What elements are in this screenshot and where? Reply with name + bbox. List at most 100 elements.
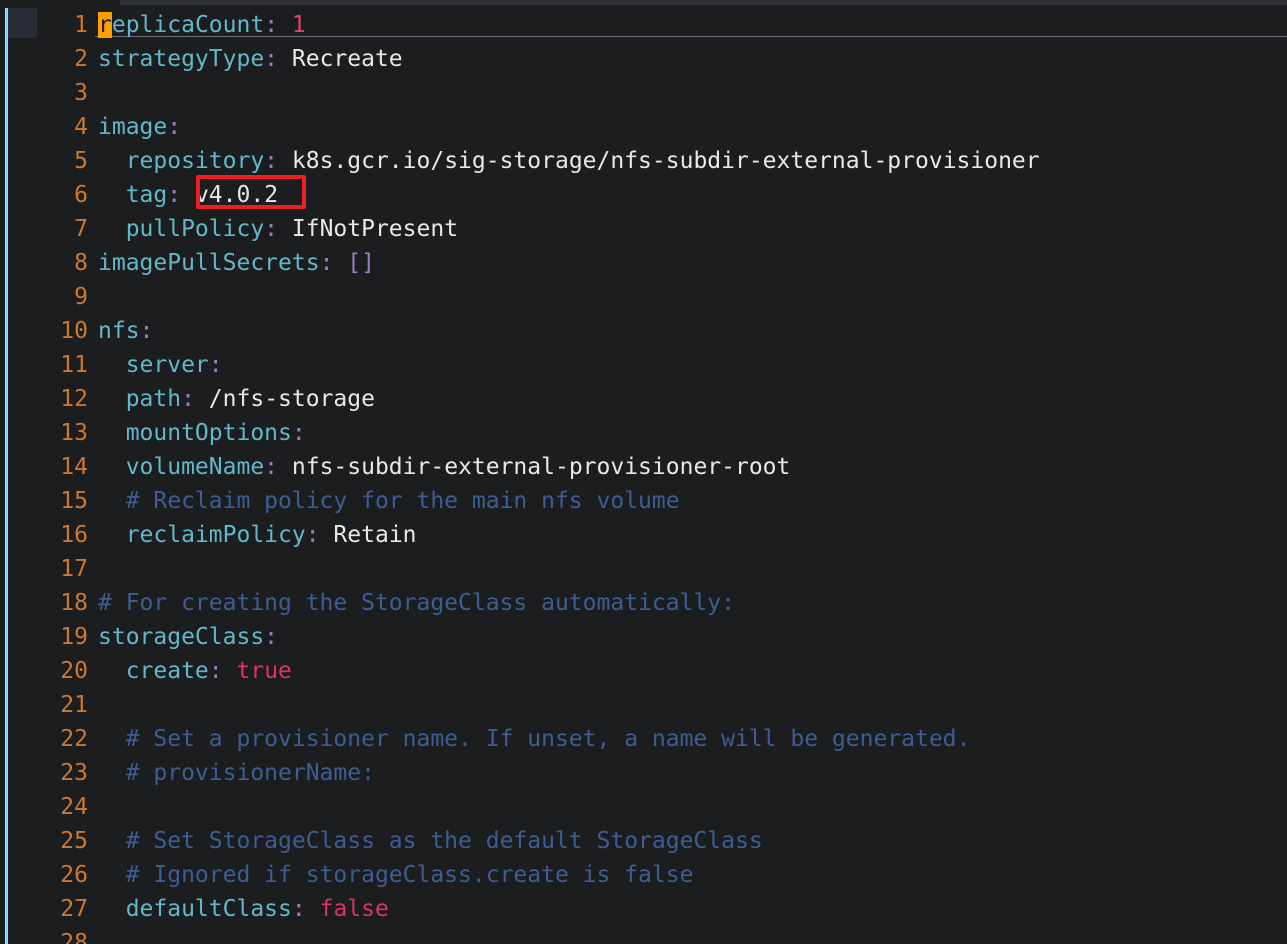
code-token: # Set a provisioner name. If unset, a na… [98, 726, 971, 752]
code-token: Retain [319, 522, 417, 548]
line-source[interactable]: # For creating the StorageClass automati… [98, 586, 735, 620]
code-token: : [305, 522, 320, 548]
code-line[interactable]: 22 # Set a provisioner name. If unset, a… [0, 722, 1287, 756]
code-token: nfs-subdir-external-provisioner-root [278, 454, 791, 480]
code-line[interactable]: 26 # Ignored if storageClass.create is f… [0, 858, 1287, 892]
code-token: k8s.gcr.io/sig-storage/nfs-subdir-extern… [278, 148, 1040, 174]
line-number: 1 [74, 12, 88, 38]
code-line[interactable]: 10 nfs: [0, 314, 1287, 348]
code-token: strategyType [98, 46, 265, 72]
code-token: repository [98, 148, 265, 174]
line-source[interactable]: volumeName: nfs-subdir-external-provisio… [98, 450, 791, 484]
code-line[interactable]: 17 [0, 552, 1287, 586]
code-token: # For creating the StorageClass automati… [98, 590, 735, 616]
code-token: # Reclaim policy for the main nfs volume [98, 488, 680, 514]
line-source[interactable]: path: /nfs-storage [98, 382, 375, 416]
code-token: volumeName [98, 454, 265, 480]
code-line[interactable]: 2 strategyType: Recreate [0, 42, 1287, 76]
line-source[interactable]: pullPolicy: IfNotPresent [98, 212, 458, 246]
line-number: 12 [60, 386, 88, 412]
line-source[interactable]: replicaCount: 1 [98, 8, 306, 42]
code-token: : [264, 12, 279, 38]
code-token: : [264, 148, 279, 174]
code-line[interactable]: 23 # provisionerName: [0, 756, 1287, 790]
code-token: mountOptions [98, 420, 292, 446]
code-line[interactable]: 25 # Set StorageClass as the default Sto… [0, 824, 1287, 858]
code-line[interactable]: 16 reclaimPolicy: Retain [0, 518, 1287, 552]
code-token: IfNotPresent [278, 216, 459, 242]
line-number: 5 [74, 148, 88, 174]
line-source[interactable]: imagePullSecrets: [] [98, 246, 375, 280]
line-source[interactable]: # Set StorageClass as the default Storag… [98, 824, 763, 858]
code-line[interactable]: 7 pullPolicy: IfNotPresent [0, 212, 1287, 246]
code-token: # provisionerName: [98, 760, 375, 786]
line-source[interactable]: tag: v4.0.2 [98, 178, 278, 212]
code-token: /nfs-storage [194, 386, 375, 412]
code-token: v4.0.2 [181, 182, 279, 208]
code-editor[interactable]: 1 replicaCount: 1 2 strategyType: Recreate 3… [0, 0, 1287, 944]
line-source[interactable]: # Reclaim policy for the main nfs volume [98, 484, 680, 518]
code-line[interactable]: 12 path: /nfs-storage [0, 382, 1287, 416]
line-source[interactable]: image: [98, 110, 181, 144]
code-token: : [291, 896, 306, 922]
line-source[interactable]: reclaimPolicy: Retain [98, 518, 417, 552]
code-token: nfs [98, 318, 140, 344]
code-line[interactable]: 11 server: [0, 348, 1287, 382]
code-line[interactable]: 24 [0, 790, 1287, 824]
code-token: : [139, 318, 154, 344]
code-line[interactable]: 27 defaultClass: false [0, 892, 1287, 926]
code-token: : [264, 46, 279, 72]
code-line[interactable]: 20 create: true [0, 654, 1287, 688]
line-source[interactable]: storageClass: [98, 620, 278, 654]
editor-top-strip [120, 0, 1287, 5]
code-token: [] [347, 250, 375, 276]
line-source[interactable]: repository: k8s.gcr.io/sig-storage/nfs-s… [98, 144, 1040, 178]
line-source[interactable]: create: true [98, 654, 292, 688]
line-source[interactable]: mountOptions: [98, 416, 306, 450]
code-token: create [98, 658, 209, 684]
line-number: 11 [60, 352, 88, 378]
line-source[interactable]: # Ignored if storageClass.create is fals… [98, 858, 694, 892]
line-source[interactable]: strategyType: Recreate [98, 42, 403, 76]
code-line[interactable]: 6 tag: v4.0.2 [0, 178, 1287, 212]
line-number: 17 [60, 556, 88, 582]
code-line[interactable]: 3 [0, 76, 1287, 110]
code-token: : [319, 250, 334, 276]
code-line[interactable]: 8 imagePullSecrets: [] [0, 246, 1287, 280]
code-token: : [208, 658, 223, 684]
line-source[interactable]: # provisionerName: [98, 756, 375, 790]
code-line[interactable]: 13 mountOptions: [0, 416, 1287, 450]
code-token: reclaimPolicy [98, 522, 306, 548]
line-number: 18 [60, 590, 88, 616]
line-number: 26 [60, 862, 88, 888]
line-number: 27 [60, 896, 88, 922]
code-line[interactable]: 15 # Reclaim policy for the main nfs vol… [0, 484, 1287, 518]
line-source[interactable]: # Set a provisioner name. If unset, a na… [98, 722, 971, 756]
line-number: 24 [60, 794, 88, 820]
code-line[interactable]: 18 # For creating the StorageClass automa… [0, 586, 1287, 620]
line-number: 9 [74, 284, 88, 310]
line-number: 6 [74, 182, 88, 208]
code-token: : [167, 182, 182, 208]
code-token: pullPolicy [98, 216, 265, 242]
code-line[interactable]: 21 [0, 688, 1287, 722]
line-source[interactable]: defaultClass: false [98, 892, 389, 926]
code-line[interactable]: 14 volumeName: nfs-subdir-external-provi… [0, 450, 1287, 484]
code-token: server [98, 352, 209, 378]
code-content[interactable]: 1 replicaCount: 1 2 strategyType: Recreate 3… [0, 8, 1287, 944]
line-source[interactable]: server: [98, 348, 223, 382]
code-token: : [208, 352, 223, 378]
code-line[interactable]: 19 storageClass: [0, 620, 1287, 654]
line-source[interactable]: nfs: [98, 314, 153, 348]
code-line[interactable]: 28 [0, 926, 1287, 944]
code-token: eplicaCount [111, 12, 265, 38]
code-line[interactable]: 1 replicaCount: 1 [0, 8, 1287, 42]
code-line[interactable]: 5 repository: k8s.gcr.io/sig-storage/nfs… [0, 144, 1287, 178]
code-line[interactable]: 4 image: [0, 110, 1287, 144]
code-line[interactable]: 9 [0, 280, 1287, 314]
line-number: 25 [60, 828, 88, 854]
code-token: tag [98, 182, 168, 208]
